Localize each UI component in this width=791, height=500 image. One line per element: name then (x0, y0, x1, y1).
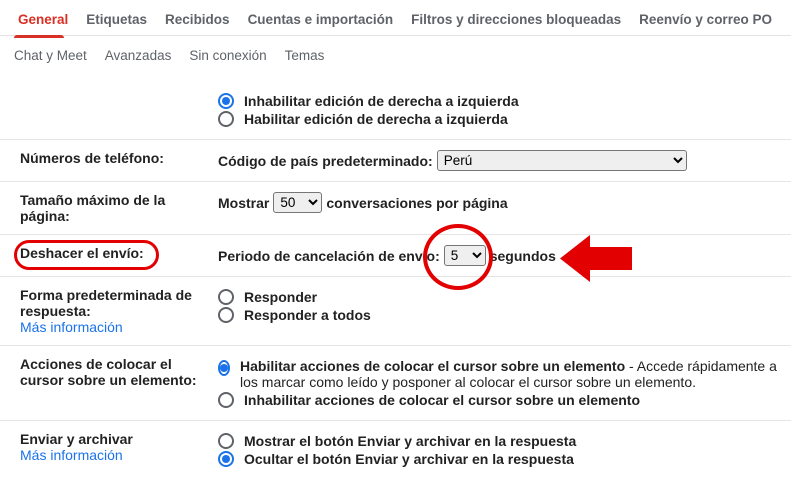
sendarchive-show-option[interactable]: Mostrar el botón Enviar y archivar en la… (218, 433, 781, 449)
pagesize-select[interactable]: 10 25 50 100 (273, 192, 322, 213)
undo-label: Deshacer el envío: (0, 245, 200, 261)
tab-general[interactable]: General (14, 8, 72, 35)
reply-label: Forma predeterminada de respuesta: (20, 287, 200, 319)
rtl-disable-text: Inhabilitar edición de derecha a izquier… (244, 93, 519, 109)
tab-etiquetas[interactable]: Etiquetas (82, 8, 151, 35)
radio-icon[interactable] (218, 93, 234, 109)
reply-single-text: Responder (244, 289, 317, 305)
subtab-offline[interactable]: Sin conexión (189, 48, 266, 63)
radio-icon[interactable] (218, 392, 234, 408)
radio-icon[interactable] (218, 433, 234, 449)
radio-icon[interactable] (218, 360, 230, 376)
hover-enable-option[interactable]: Habilitar acciones de colocar el cursor … (218, 358, 781, 390)
secondary-tabs: Chat y Meet Avanzadas Sin conexión Temas (0, 38, 791, 73)
hover-disable-option[interactable]: Inhabilitar acciones de colocar el curso… (218, 392, 781, 408)
rtl-enable-option[interactable]: Habilitar edición de derecha a izquierda (218, 111, 781, 127)
tab-reenvio[interactable]: Reenvío y correo PO (635, 8, 776, 35)
tab-filtros[interactable]: Filtros y direcciones bloqueadas (407, 8, 625, 35)
reply-more-link[interactable]: Más información (20, 319, 200, 335)
pagesize-post: conversaciones por página (326, 195, 507, 211)
pagesize-label: Tamaño máximo de la página: (0, 192, 200, 224)
rtl-disable-option[interactable]: Inhabilitar edición de derecha a izquier… (218, 93, 781, 109)
hover-label: Acciones de colocar el cursor sobre un e… (0, 356, 200, 388)
phone-text: Código de país predeterminado: (218, 153, 433, 169)
sendarchive-hide-option[interactable]: Ocultar el botón Enviar y archivar en la… (218, 451, 781, 467)
rtl-enable-text: Habilitar edición de derecha a izquierda (244, 111, 508, 127)
primary-tabs: General Etiquetas Recibidos Cuentas e im… (0, 0, 791, 36)
sendarchive-more-link[interactable]: Más información (20, 447, 200, 463)
undo-post: segundos (490, 248, 556, 264)
reply-single-option[interactable]: Responder (218, 289, 781, 305)
sendarchive-label: Enviar y archivar (20, 431, 200, 447)
radio-icon[interactable] (218, 451, 234, 467)
undo-seconds-select[interactable]: 5 10 20 30 (444, 245, 486, 266)
radio-icon[interactable] (218, 289, 234, 305)
reply-all-text: Responder a todos (244, 307, 371, 323)
sendarchive-hide-text: Ocultar el botón Enviar y archivar en la… (244, 451, 574, 467)
radio-icon[interactable] (218, 111, 234, 127)
sendarchive-show-text: Mostrar el botón Enviar y archivar en la… (244, 433, 576, 449)
hover-enable-text: Habilitar acciones de colocar el cursor … (240, 358, 781, 390)
undo-pre: Periodo de cancelación de envío: (218, 248, 440, 264)
radio-icon[interactable] (218, 307, 234, 323)
tab-recibidos[interactable]: Recibidos (161, 8, 234, 35)
subtab-avanzadas[interactable]: Avanzadas (105, 48, 172, 63)
pagesize-pre: Mostrar (218, 195, 269, 211)
subtab-chat[interactable]: Chat y Meet (14, 48, 87, 63)
tab-cuentas[interactable]: Cuentas e importación (244, 8, 398, 35)
subtab-temas[interactable]: Temas (285, 48, 325, 63)
hover-disable-text: Inhabilitar acciones de colocar el curso… (244, 392, 640, 408)
reply-all-option[interactable]: Responder a todos (218, 307, 781, 323)
phone-label: Números de teléfono: (0, 150, 200, 166)
phone-country-select[interactable]: Perú (437, 150, 687, 171)
